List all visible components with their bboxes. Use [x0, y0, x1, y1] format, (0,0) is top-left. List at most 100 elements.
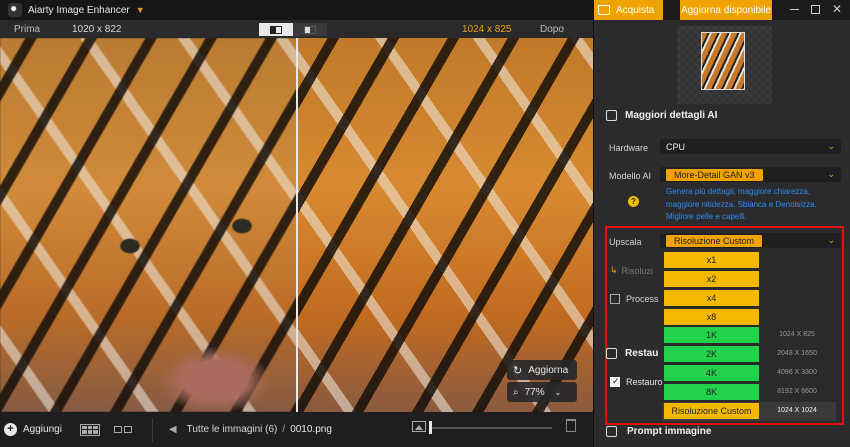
current-filename: 0010.png	[290, 424, 332, 435]
option-x1[interactable]: x1	[664, 252, 759, 268]
chevron-down-icon: ⌄	[827, 235, 835, 245]
buy-button[interactable]: Acquista	[594, 0, 663, 20]
split-view-button[interactable]	[259, 23, 293, 36]
option-8k-res: 8192 X 6600	[777, 388, 817, 395]
upscale-dropdown: x1 x2 x4 x8 1K 1024 X 825 2K 2048 X 1650…	[662, 250, 836, 421]
document-icon	[606, 426, 617, 437]
model-label: Modello AI	[609, 171, 652, 181]
compare-divider-handle[interactable]	[296, 38, 298, 412]
chevron-down-icon: ⌄	[827, 141, 835, 151]
option-x4[interactable]: x4	[664, 290, 759, 306]
hardware-value: CPU	[666, 141, 686, 152]
face-restore-icon	[606, 348, 617, 359]
option-x2[interactable]: x2	[664, 271, 759, 287]
maximize-icon[interactable]	[811, 5, 820, 14]
restore-row[interactable]: Restauro	[610, 376, 663, 387]
split-view-icon	[270, 25, 282, 34]
details-section-header: Maggiori dettagli AI	[606, 110, 717, 121]
refresh-label: Aggiorna	[528, 364, 569, 376]
after-image	[298, 38, 593, 412]
hardware-select[interactable]: CPU ⌄	[660, 139, 841, 154]
help-icon[interactable]: ?	[628, 196, 639, 207]
upscale-select[interactable]: Risoluzione Custom ⌄	[660, 233, 841, 248]
option-x8[interactable]: x8	[664, 309, 759, 325]
compare-bar: Prima 1020 x 822 1024 x 825 Dopo	[0, 20, 593, 38]
hardware-label: Hardware	[609, 143, 649, 153]
option-8k[interactable]: 8K	[664, 384, 759, 400]
before-image	[0, 38, 297, 412]
panel-top-bar: Acquista Aggiorna disponibile ✕	[594, 0, 850, 20]
option-4k-res: 4096 X 3300	[777, 369, 817, 376]
divider	[151, 417, 153, 442]
refresh-button[interactable]: ↻ Aggiorna	[507, 360, 577, 380]
image-icon	[412, 421, 426, 432]
link-arrow-icon: ↳	[610, 265, 618, 275]
zoom-select[interactable]: ⌕ 77% ⌄	[507, 382, 577, 402]
buy-label: Acquista	[616, 4, 655, 16]
app-menu-chevron-icon[interactable]: ▼	[136, 5, 145, 15]
cart-icon	[598, 5, 610, 15]
side-by-side-icon	[304, 25, 316, 34]
title-bar: Aiarty Image Enhancer ▼	[0, 0, 593, 20]
after-resolution: 1024 x 825	[462, 23, 512, 35]
preview-thumbnail[interactable]	[701, 32, 745, 90]
after-label: Dopo	[540, 23, 564, 35]
prompt-title: Prompt immagine	[627, 426, 712, 437]
before-label: Prima	[14, 23, 41, 35]
process-label: Process	[626, 294, 659, 304]
model-description: Genera più dettagli, maggiore chiarezza,…	[666, 187, 817, 221]
all-images-link[interactable]: Tutte le immagini (6)	[187, 424, 278, 435]
option-2k[interactable]: 2K	[664, 346, 759, 362]
model-value: More-Detail GAN v3	[666, 168, 763, 181]
restore-section-header: Restau	[606, 348, 658, 359]
zoom-icon: ⌕	[513, 386, 519, 398]
breadcrumb-separator: /	[282, 424, 286, 435]
plus-icon: +	[4, 423, 17, 436]
tiger-image-before	[0, 38, 297, 412]
settings-panel: Acquista Aggiorna disponibile ✕ Maggiori…	[593, 0, 850, 447]
restore-title: Restau	[625, 348, 659, 359]
option-1k-res: 1024 X 825	[779, 331, 815, 338]
side-by-side-view-button[interactable]	[293, 23, 327, 36]
process-row[interactable]: Process	[610, 294, 659, 304]
minimize-icon[interactable]	[790, 9, 799, 10]
process-checkbox[interactable]	[610, 294, 620, 304]
back-arrow-icon[interactable]: ◀	[169, 424, 177, 435]
model-select[interactable]: More-Detail GAN v3 ⌄	[660, 167, 841, 182]
trash-icon[interactable]	[566, 419, 576, 432]
option-1k[interactable]: 1K	[664, 327, 759, 343]
bottom-bar: + Aggiungi ◀ Tutte le immagini (6) / 001…	[0, 412, 593, 447]
app-title: Aiarty Image Enhancer	[28, 4, 130, 16]
refresh-icon: ↻	[513, 364, 523, 377]
add-label: Aggiungi	[23, 424, 62, 435]
restore-check-label: Restauro	[626, 377, 663, 387]
strip-view-button[interactable]	[113, 424, 134, 436]
option-4k[interactable]: 4K	[664, 365, 759, 381]
thumbnail-size-slider[interactable]	[432, 427, 552, 429]
chevron-down-icon: ⌄	[554, 387, 562, 397]
zoom-value: 77%	[524, 386, 545, 398]
restore-checkbox[interactable]	[610, 376, 620, 387]
view-mode-toggle	[259, 23, 327, 36]
close-icon[interactable]: ✕	[832, 2, 842, 16]
option-custom[interactable]: Risoluzione Custom	[664, 403, 759, 419]
slider-handle[interactable]	[429, 421, 432, 434]
before-resolution: 1020 x 822	[72, 23, 122, 35]
update-available-button[interactable]: Aggiorna disponibile	[680, 0, 772, 20]
chevron-down-icon: ⌄	[827, 169, 835, 179]
option-2k-res: 2048 X 1650	[777, 350, 817, 357]
enhance-icon	[606, 110, 617, 121]
image-viewer[interactable]	[0, 38, 593, 412]
details-title: Maggiori dettagli AI	[625, 110, 718, 121]
preview-thumbnail-area	[594, 20, 850, 104]
option-custom-res: 1024 X 1024	[777, 407, 817, 414]
upscale-value: Risoluzione Custom	[666, 234, 763, 247]
resolution-label: Risoluzi	[621, 265, 654, 276]
upscale-label: Upscala	[609, 237, 642, 247]
app-logo-icon	[8, 3, 22, 17]
prompt-section-header[interactable]: Prompt immagine	[606, 426, 711, 437]
resolution-row: ↳ Risoluzi	[610, 265, 653, 276]
tiger-image-after	[298, 38, 593, 412]
grid-view-button[interactable]	[79, 423, 100, 436]
add-images-button[interactable]: + Aggiungi	[4, 423, 62, 436]
